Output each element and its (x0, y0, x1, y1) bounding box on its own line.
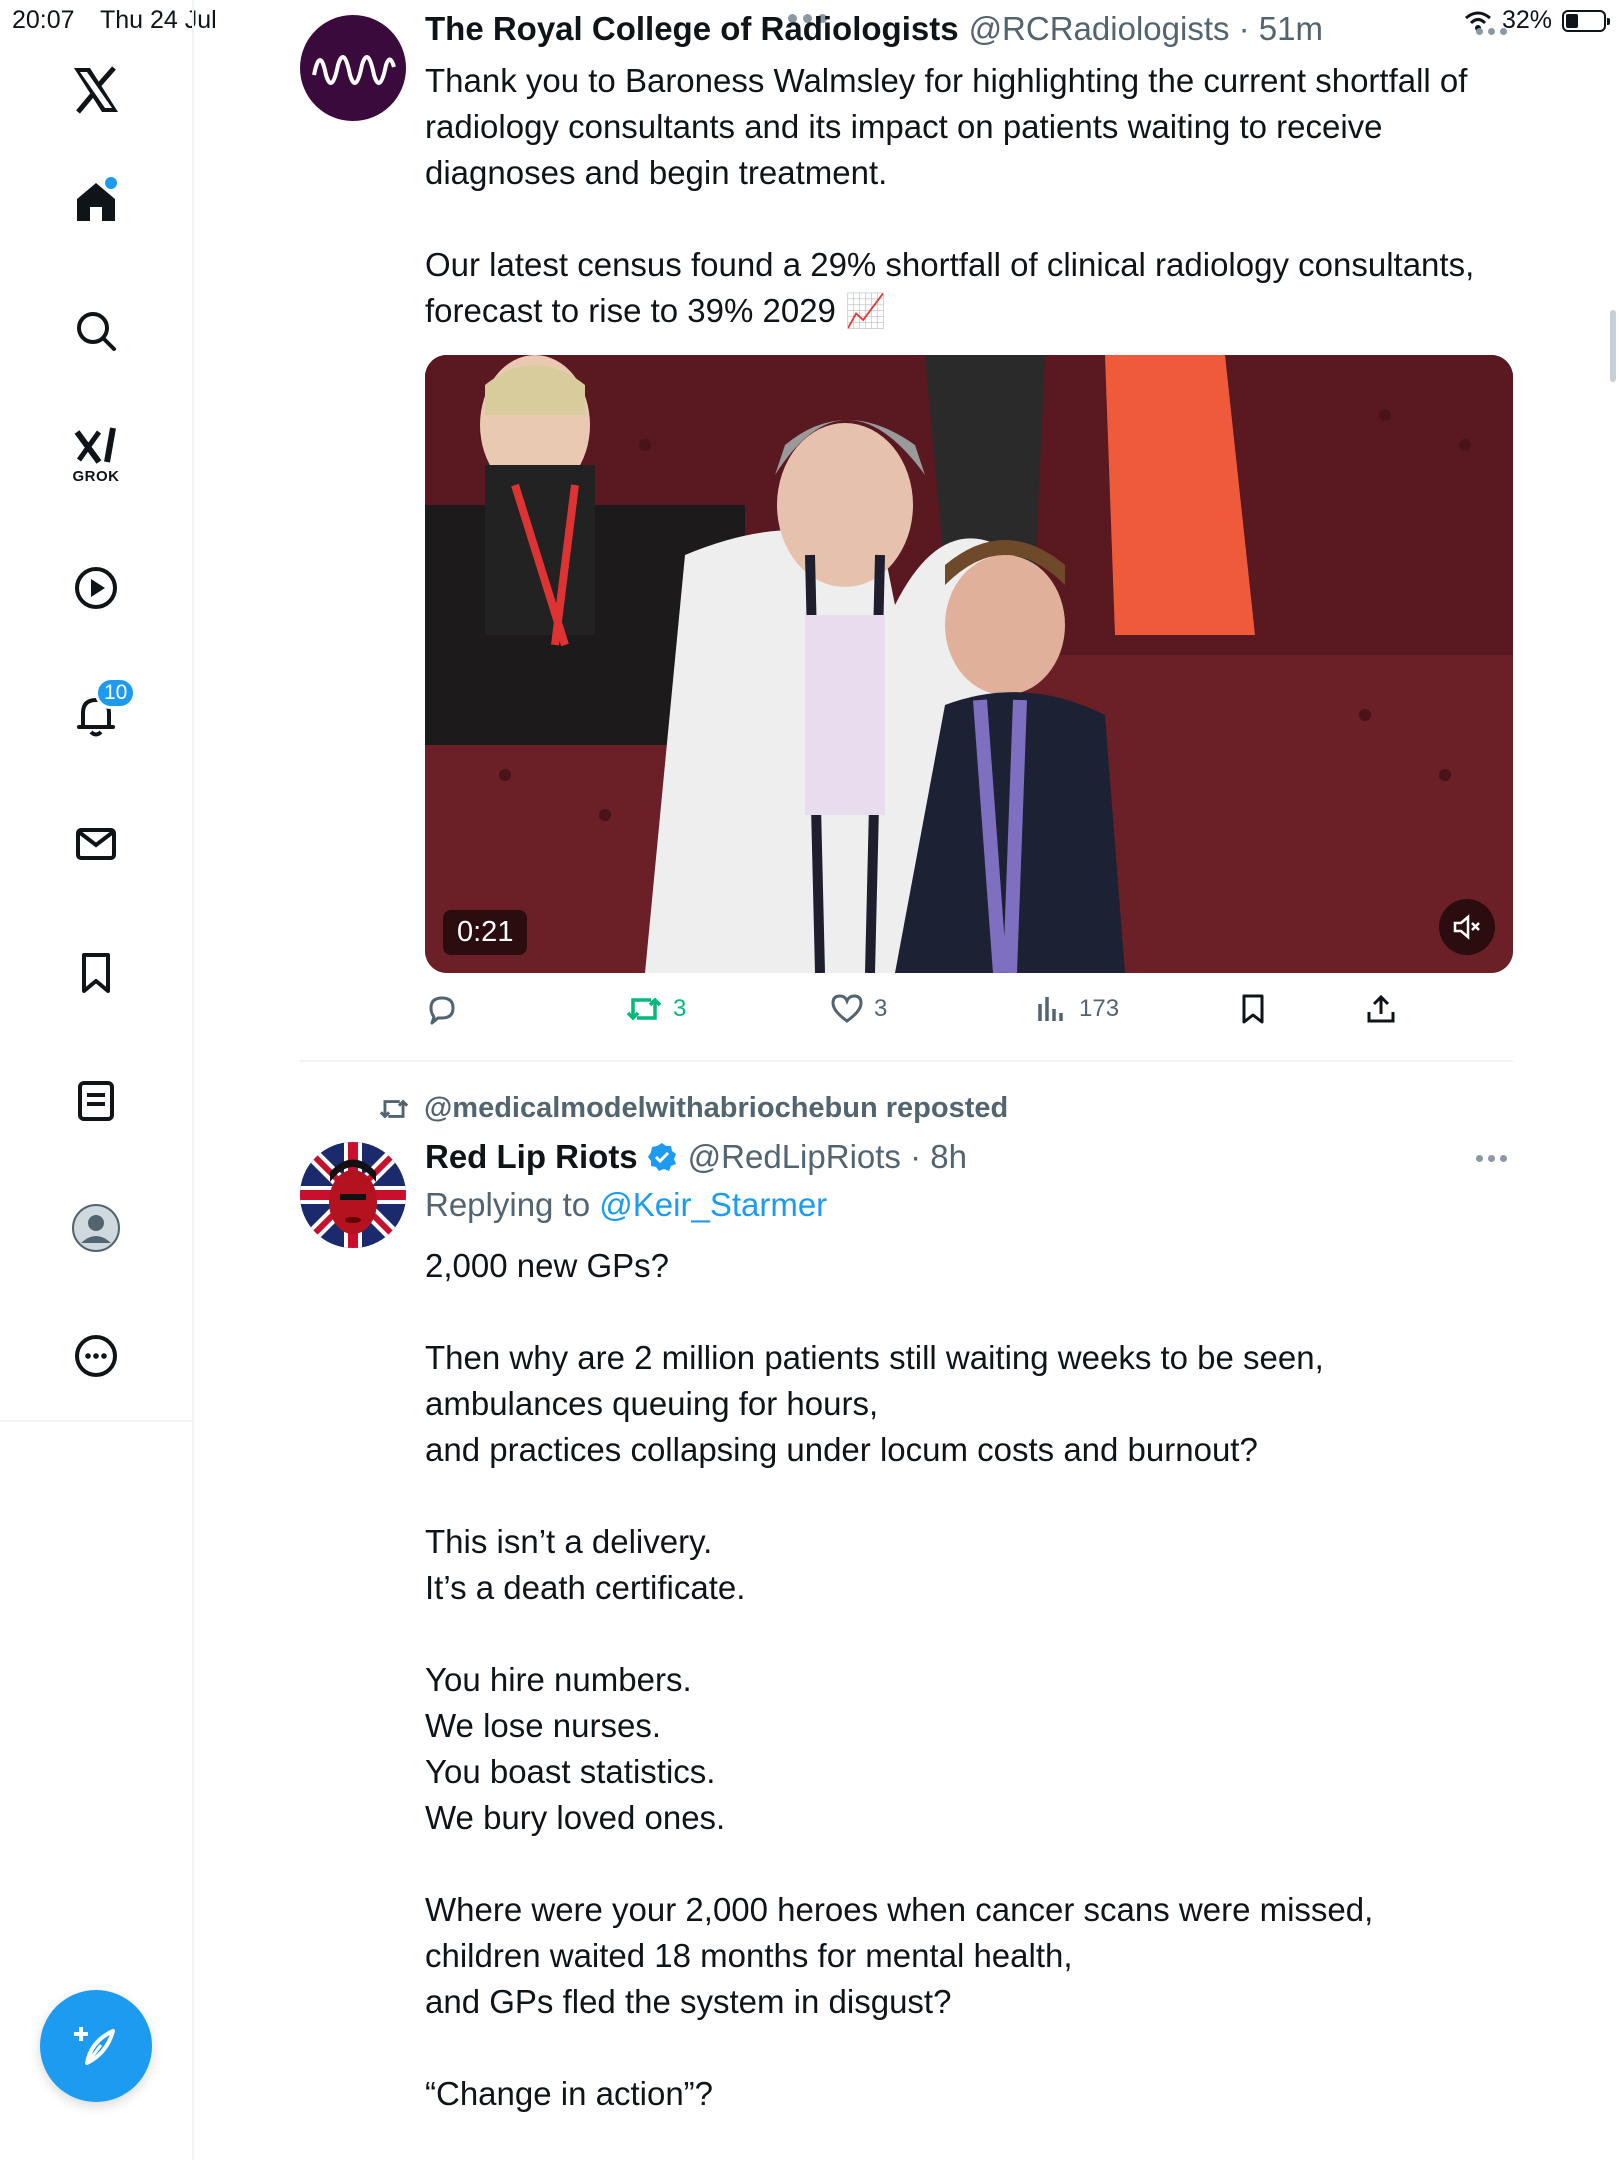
tweet-text: 2,000 new GPs? Then why are 2 million pa… (425, 1247, 1374, 2112)
views-count: 173 (1079, 995, 1120, 1022)
speaker-muted-icon (1453, 914, 1480, 940)
sidebar-item-home[interactable] (61, 167, 131, 237)
sidebar-item-more[interactable] (61, 1321, 131, 1391)
battery-percent: 32% (1501, 6, 1552, 34)
bookmark-button[interactable] (1236, 992, 1270, 1026)
sidebar-item-explore[interactable] (61, 296, 131, 366)
new-posts-dot (103, 175, 119, 191)
reply-button[interactable] (425, 992, 469, 1026)
notifications-badge: 10 (95, 677, 137, 709)
video-frame (425, 355, 1513, 973)
author-name[interactable]: Red Lip Riots (425, 1138, 638, 1176)
reposted-by-text: @medicalmodelwithabriochebun reposted (424, 1092, 1009, 1124)
tweet-header: Red Lip Riots @RedLipRiots · 8h (425, 1138, 967, 1176)
mute-button[interactable] (1439, 899, 1495, 955)
bookmark-icon (82, 953, 110, 993)
repost-button[interactable]: 3 (625, 992, 686, 1026)
heart-icon (831, 994, 863, 1023)
play-circle-icon (75, 567, 117, 609)
scrollbar-thumb[interactable] (1610, 310, 1616, 382)
grok-icon (74, 427, 116, 464)
views-icon (1038, 997, 1063, 1021)
grok-label: GROK (72, 468, 120, 485)
tweet-avatar[interactable] (300, 1142, 406, 1248)
sidebar-item-grok[interactable]: GROK (61, 420, 131, 490)
repost-context[interactable]: @medicalmodelwithabriochebun reposted (378, 1092, 1008, 1125)
repost-icon (626, 997, 662, 1021)
x-logo-icon[interactable] (61, 55, 131, 125)
tweet-divider (300, 1060, 1513, 1062)
like-button[interactable]: 3 (830, 992, 887, 1026)
author-name[interactable]: The Royal College of Radiologists (425, 10, 959, 48)
avatar-icon (72, 1204, 120, 1252)
repost-count: 3 (673, 995, 687, 1022)
envelope-icon (76, 828, 116, 860)
replying-to-link[interactable]: @Keir_Starmer (599, 1186, 827, 1223)
tweet-video[interactable]: 0:21 (425, 355, 1513, 973)
search-icon (77, 312, 116, 351)
share-icon (1367, 994, 1395, 1023)
repost-icon (379, 1099, 409, 1118)
reply-icon (429, 996, 455, 1025)
tweet-avatar[interactable] (300, 15, 406, 121)
sidebar-item-bookmarks[interactable] (61, 938, 131, 1008)
sidebar-item-videos[interactable] (61, 553, 131, 623)
sidebar: GROK 10 (0, 0, 194, 2160)
verified-badge-icon (647, 1143, 676, 1171)
video-duration: 0:21 (443, 910, 528, 955)
replying-prefix: Replying to (425, 1186, 591, 1223)
compose-button[interactable] (40, 1990, 152, 2102)
tweet-text: Thank you to Baroness Walmsley for highl… (425, 62, 1475, 329)
author-handle[interactable]: @RedLipRiots · 8h (688, 1138, 967, 1176)
tweet-header: The Royal College of Radiologists @RCRad… (425, 10, 1323, 48)
sidebar-item-messages[interactable] (61, 809, 131, 879)
bookmark-icon (1242, 994, 1264, 1024)
tweet-more-button[interactable] (1476, 28, 1507, 35)
sidebar-item-lists[interactable] (61, 1066, 131, 1136)
sidebar-item-profile[interactable] (61, 1193, 131, 1263)
author-handle[interactable]: @RCRadiologists · 51m (969, 10, 1323, 48)
share-button[interactable] (1364, 992, 1398, 1026)
views-button[interactable]: 173 (1035, 992, 1119, 1026)
sidebar-divider (0, 1420, 192, 1422)
battery-icon (1562, 9, 1610, 32)
tweet-more-button[interactable] (1476, 1155, 1507, 1162)
ellipsis-icon (75, 1335, 117, 1377)
compose-icon (74, 2027, 115, 2065)
like-count: 3 (874, 995, 888, 1022)
sidebar-item-notifications[interactable]: 10 (61, 677, 137, 751)
list-icon (78, 1081, 114, 1121)
replying-to: Replying to @Keir_Starmer (425, 1186, 827, 1224)
